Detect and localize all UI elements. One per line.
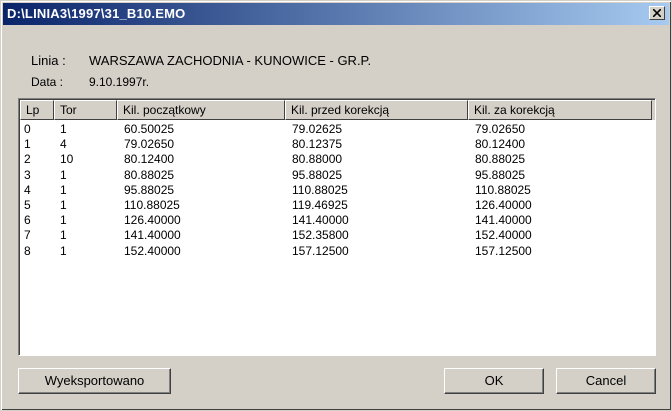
table-cell: 110.88025 [292, 182, 348, 197]
table-cell: 110.88025 [475, 182, 531, 197]
table-row[interactable]: 2 10 80.12400 80.88000 80.88025 [20, 152, 655, 167]
table-cell: 79.02650 [124, 137, 175, 152]
table-cell: 80.12400 [124, 152, 175, 167]
table-cell: 60.50025 [124, 122, 175, 136]
table-cell: 95.88025 [475, 167, 526, 182]
table-cell: 157.12500 [475, 243, 532, 258]
table-cell: 95.88025 [292, 167, 343, 182]
table-row[interactable]: 8 1 152.40000 157.12500 157.12500 [20, 243, 655, 259]
table-cell: 119.46925 [292, 197, 348, 212]
table-cell: 80.12400 [475, 137, 526, 152]
table-cell: 141.40000 [124, 228, 181, 243]
table-cell: 1 [60, 228, 67, 243]
table-cell: 157.12500 [292, 243, 349, 258]
table-cell: 80.88000 [292, 152, 343, 167]
dialog-window: D:\LINIA3\1997\31_B10.EMO Linia : WARSZA… [0, 0, 672, 411]
column-header-before-correction[interactable]: Kil. przed korekcją [285, 100, 468, 120]
line-label: Linia : [31, 53, 66, 68]
table-cell: 141.40000 [292, 213, 349, 228]
export-button[interactable]: Wyeksportowano [18, 368, 171, 394]
list-rows: 0 1 60.50025 79.02625 79.02650 1 4 79.02650 80.1… [20, 122, 655, 259]
title-bar[interactable]: D:\LINIA3\1997\31_B10.EMO [3, 3, 669, 25]
table-cell: 1 [24, 137, 31, 152]
table-cell: 1 [60, 182, 67, 197]
table-cell: 1 [60, 213, 67, 228]
table-cell: 79.02650 [475, 122, 526, 136]
table-cell: 8 [24, 243, 31, 258]
table-row[interactable]: 1 4 79.02650 80.12375 80.12400 [20, 137, 655, 152]
table-cell: 6 [24, 213, 31, 228]
table-cell: 80.88025 [475, 152, 526, 167]
table-cell: 10 [60, 152, 74, 167]
list-header: Lp Tor Kil. początkowy Kil. przed korekc… [20, 100, 655, 120]
table-cell: 110.88025 [124, 197, 180, 212]
table-cell: 141.40000 [475, 213, 532, 228]
date-label: Data : [31, 75, 64, 89]
column-header-start-km[interactable]: Kil. początkowy [117, 100, 285, 120]
close-icon [653, 9, 661, 17]
table-row[interactable]: 5 1 110.88025 119.46925 126.40000 [20, 197, 655, 213]
table-cell: 4 [60, 137, 67, 152]
table-row[interactable]: 4 1 95.88025 110.88025 110.88025 [20, 182, 655, 198]
table-cell: 1 [60, 243, 67, 258]
table-cell: 79.02625 [292, 122, 343, 136]
table-cell: 1 [60, 197, 67, 212]
table-cell: 2 [24, 152, 31, 167]
table-row[interactable]: 3 1 80.88025 95.88025 95.88025 [20, 167, 655, 183]
table-cell: 7 [24, 228, 31, 243]
table-cell: 80.12375 [292, 137, 343, 152]
table-row[interactable]: 7 1 141.40000 152.35800 152.40000 [20, 228, 655, 243]
table-cell: 80.88025 [124, 167, 175, 182]
ok-button[interactable]: OK [444, 368, 544, 394]
table-cell: 152.40000 [124, 243, 181, 258]
column-header-tor[interactable]: Tor [54, 100, 117, 120]
table-cell: 152.40000 [475, 228, 532, 243]
table-cell: 1 [60, 167, 67, 182]
table-cell: 5 [24, 197, 31, 212]
date-value: 9.10.1997r. [89, 75, 150, 89]
table-cell: 126.40000 [124, 213, 181, 228]
results-list[interactable]: Lp Tor Kil. początkowy Kil. przed korekc… [18, 98, 656, 356]
table-cell: 4 [24, 182, 31, 197]
table-cell: 95.88025 [124, 182, 175, 197]
table-cell: 0 [24, 122, 31, 136]
line-value: WARSZAWA ZACHODNIA - KUNOWICE - GR.P. [89, 53, 372, 68]
table-row[interactable]: 6 1 126.40000 141.40000 141.40000 [20, 213, 655, 228]
column-header-lp[interactable]: Lp [20, 100, 54, 120]
table-row[interactable]: 0 1 60.50025 79.02625 79.02650 [20, 122, 655, 137]
table-cell: 1 [60, 122, 67, 136]
close-button[interactable] [649, 6, 665, 20]
table-cell: 3 [24, 167, 31, 182]
cancel-button[interactable]: Cancel [556, 368, 656, 394]
table-cell: 152.35800 [292, 228, 349, 243]
table-cell: 126.40000 [475, 197, 532, 212]
column-header-after-correction[interactable]: Kil. za korekcją [468, 100, 652, 120]
window-title: D:\LINIA3\1997\31_B10.EMO [7, 6, 186, 21]
